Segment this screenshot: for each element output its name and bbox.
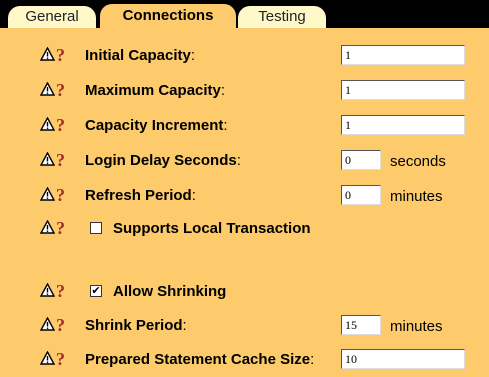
row-icons: ? (40, 115, 74, 135)
prepared-statement-cache-input[interactable] (341, 349, 465, 369)
help-icon[interactable]: ? (56, 115, 65, 135)
login-delay-input[interactable] (341, 150, 381, 170)
warning-icon[interactable] (40, 283, 55, 297)
prepared-statement-cache-label: Prepared Statement Cache Size: (85, 351, 315, 368)
refresh-period-input[interactable] (341, 185, 381, 205)
warning-icon[interactable] (40, 82, 55, 96)
help-icon[interactable]: ? (56, 349, 65, 369)
capacity-increment-row: ? Capacity Increment: (0, 115, 489, 137)
refresh-period-label: Refresh Period: (85, 187, 196, 204)
allow-shrinking-checkbox[interactable]: ✔ (90, 285, 102, 297)
prepared-statement-cache-row: ? Prepared Statement Cache Size: (0, 349, 489, 371)
supports-local-transaction-row: ? Supports Local Transaction (0, 218, 489, 240)
help-icon[interactable]: ? (56, 150, 65, 170)
row-icons: ? (40, 281, 74, 301)
row-icons: ? (40, 45, 74, 65)
row-icons: ? (40, 150, 74, 170)
warning-icon[interactable] (40, 317, 55, 331)
row-icons: ? (40, 315, 74, 335)
initial-capacity-row: ? Initial Capacity: (0, 45, 489, 67)
allow-shrinking-label: Allow Shrinking (113, 283, 227, 300)
initial-capacity-label: Initial Capacity: (85, 47, 196, 64)
maximum-capacity-label: Maximum Capacity: (85, 82, 226, 99)
shrink-period-label: Shrink Period: (85, 317, 187, 334)
row-icons: ? (40, 185, 74, 205)
initial-capacity-input[interactable] (341, 45, 465, 65)
help-icon[interactable]: ? (56, 80, 65, 100)
help-icon[interactable]: ? (56, 45, 65, 65)
warning-icon[interactable] (40, 351, 55, 365)
shrink-period-row: ? Shrink Period: minutes (0, 315, 489, 337)
help-icon[interactable]: ? (56, 281, 65, 301)
tab-testing[interactable]: Testing (238, 6, 326, 28)
shrink-period-unit: minutes (390, 318, 443, 335)
capacity-increment-input[interactable] (341, 115, 465, 135)
warning-icon[interactable] (40, 152, 55, 166)
help-icon[interactable]: ? (56, 185, 65, 205)
maximum-capacity-input[interactable] (341, 80, 465, 100)
supports-local-transaction-label: Supports Local Transaction (113, 220, 311, 237)
tab-general[interactable]: General (8, 6, 96, 28)
help-icon[interactable]: ? (56, 315, 65, 335)
help-icon[interactable]: ? (56, 218, 65, 238)
capacity-increment-label: Capacity Increment: (85, 117, 228, 134)
row-icons: ? (40, 80, 74, 100)
refresh-period-unit: minutes (390, 188, 443, 205)
shrink-period-input[interactable] (341, 315, 381, 335)
tab-connections[interactable]: Connections (100, 4, 236, 32)
warning-icon[interactable] (40, 187, 55, 201)
login-delay-unit: seconds (390, 153, 446, 170)
maximum-capacity-row: ? Maximum Capacity: (0, 80, 489, 102)
allow-shrinking-row: ? ✔ Allow Shrinking (0, 281, 489, 303)
row-icons: ? (40, 349, 74, 369)
login-delay-label: Login Delay Seconds: (85, 152, 241, 169)
warning-icon[interactable] (40, 220, 55, 234)
supports-local-transaction-checkbox[interactable] (90, 222, 102, 234)
login-delay-row: ? Login Delay Seconds: seconds (0, 150, 489, 172)
warning-icon[interactable] (40, 47, 55, 61)
row-icons: ? (40, 218, 74, 238)
check-mark-icon: ✔ (91, 285, 101, 297)
warning-icon[interactable] (40, 117, 55, 131)
refresh-period-row: ? Refresh Period: minutes (0, 185, 489, 207)
